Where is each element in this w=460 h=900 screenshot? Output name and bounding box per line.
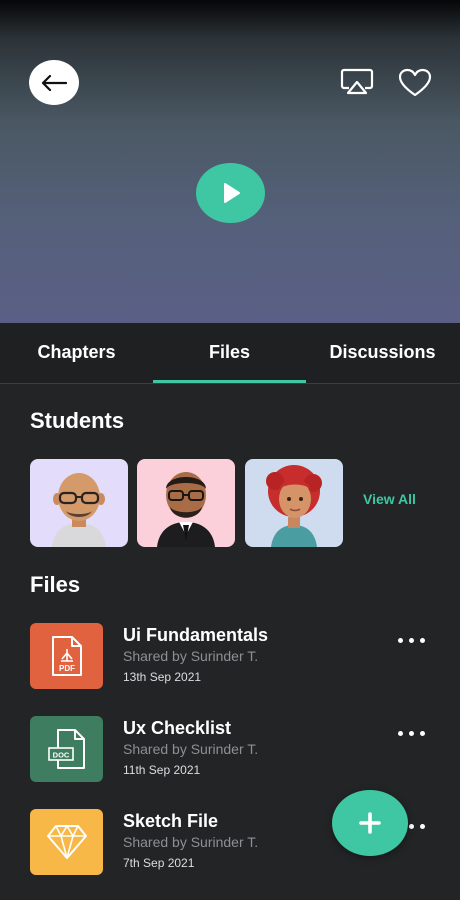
pdf-file-icon: PDF xyxy=(30,623,103,689)
video-player[interactable] xyxy=(0,0,460,323)
file-item[interactable]: PDF Ui Fundamentals Shared by Surinder T… xyxy=(0,623,460,695)
file-date: 11th Sep 2021 xyxy=(123,763,201,777)
more-options-button[interactable] xyxy=(398,633,432,647)
student-avatar[interactable] xyxy=(137,459,235,547)
airplay-icon xyxy=(340,68,374,95)
file-name: Ux Checklist xyxy=(123,718,232,738)
play-icon xyxy=(223,183,240,203)
avatar-1 xyxy=(52,473,106,547)
plus-icon xyxy=(359,812,381,834)
student-avatar[interactable] xyxy=(30,459,128,547)
avatar-2 xyxy=(157,472,215,547)
files-heading: Files xyxy=(30,572,81,597)
file-shared-by: Shared by Surinder T. xyxy=(123,834,259,850)
file-item[interactable]: DOC Ux Checklist Shared by Surinder T. 1… xyxy=(0,716,460,788)
more-dots-icon xyxy=(398,730,403,736)
more-options-button[interactable] xyxy=(398,726,432,740)
tab-bar: Chapters Files Discussions xyxy=(0,323,460,384)
tab-files[interactable]: Files xyxy=(153,323,306,381)
add-file-button[interactable] xyxy=(332,790,408,856)
view-all-students-link[interactable]: View All xyxy=(363,491,416,507)
doc-file-icon: DOC xyxy=(30,716,103,782)
tab-discussions[interactable]: Discussions xyxy=(306,323,459,381)
student-avatar[interactable] xyxy=(245,459,343,547)
students-heading: Students xyxy=(30,408,125,433)
file-name: Ui Fundamentals xyxy=(123,625,269,645)
file-shared-by: Shared by Surinder T. xyxy=(123,741,259,757)
favorite-button[interactable] xyxy=(398,68,432,98)
back-button[interactable] xyxy=(29,60,79,105)
cast-button[interactable] xyxy=(340,67,374,97)
avatar-3 xyxy=(266,465,322,547)
heart-icon xyxy=(398,68,432,97)
file-shared-by: Shared by Surinder T. xyxy=(123,648,259,664)
arrow-left-icon xyxy=(41,74,67,91)
tab-chapters[interactable]: Chapters xyxy=(0,323,153,381)
svg-text:DOC: DOC xyxy=(52,751,69,760)
svg-text:PDF: PDF xyxy=(59,664,75,673)
sketch-file-icon xyxy=(30,809,103,875)
file-date: 7th Sep 2021 xyxy=(123,856,195,870)
more-dots-icon xyxy=(398,637,403,643)
file-name: Sketch File xyxy=(123,811,219,831)
file-date: 13th Sep 2021 xyxy=(123,670,202,684)
active-tab-indicator xyxy=(153,380,306,383)
play-button[interactable] xyxy=(196,163,265,223)
